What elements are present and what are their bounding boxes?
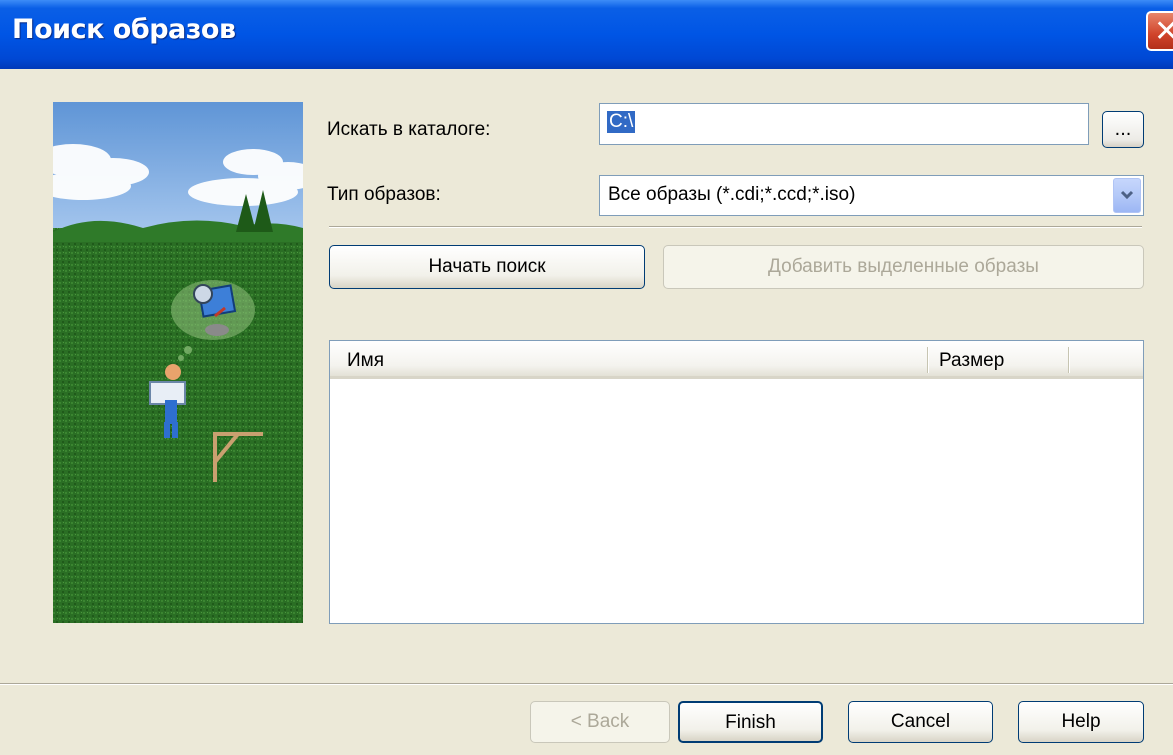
close-icon: ✕	[1154, 14, 1173, 49]
column-divider[interactable]	[927, 347, 928, 373]
finish-button[interactable]: Finish	[678, 701, 823, 743]
combo-dropdown-button[interactable]	[1113, 178, 1141, 213]
separator-top	[329, 226, 1142, 228]
cancel-button[interactable]: Cancel	[848, 701, 993, 743]
results-list[interactable]: Имя Размер	[329, 340, 1144, 624]
add-selected-button[interactable]: Добавить выделенные образы	[663, 245, 1144, 289]
folder-input-value: C:\	[607, 111, 636, 133]
column-name[interactable]: Имя	[347, 350, 384, 372]
list-header: Имя Размер	[330, 341, 1143, 379]
window-title: Поиск образов	[12, 14, 236, 45]
image-type-value: Все образы (*.cdi;*.ccd;*.iso)	[608, 184, 856, 205]
column-size[interactable]: Размер	[939, 350, 1004, 372]
chevron-down-icon	[1120, 190, 1134, 200]
folder-input[interactable]: C:\	[599, 103, 1089, 145]
back-button[interactable]: < Back	[530, 701, 670, 743]
title-bar: Поиск образов	[0, 0, 1173, 69]
wizard-illustration	[53, 102, 303, 623]
close-button[interactable]: ✕	[1146, 11, 1173, 51]
column-divider[interactable]	[1068, 347, 1069, 373]
start-search-button[interactable]: Начать поиск	[329, 245, 645, 289]
help-button[interactable]: Help	[1018, 701, 1144, 743]
folder-label: Искать в каталоге:	[327, 119, 491, 140]
wizard-illustration-svg	[53, 102, 303, 623]
image-type-label: Тип образов:	[327, 184, 441, 205]
separator-bottom	[0, 683, 1173, 685]
browse-button[interactable]: ...	[1102, 111, 1144, 148]
image-type-select[interactable]: Все образы (*.cdi;*.ccd;*.iso)	[599, 175, 1144, 216]
